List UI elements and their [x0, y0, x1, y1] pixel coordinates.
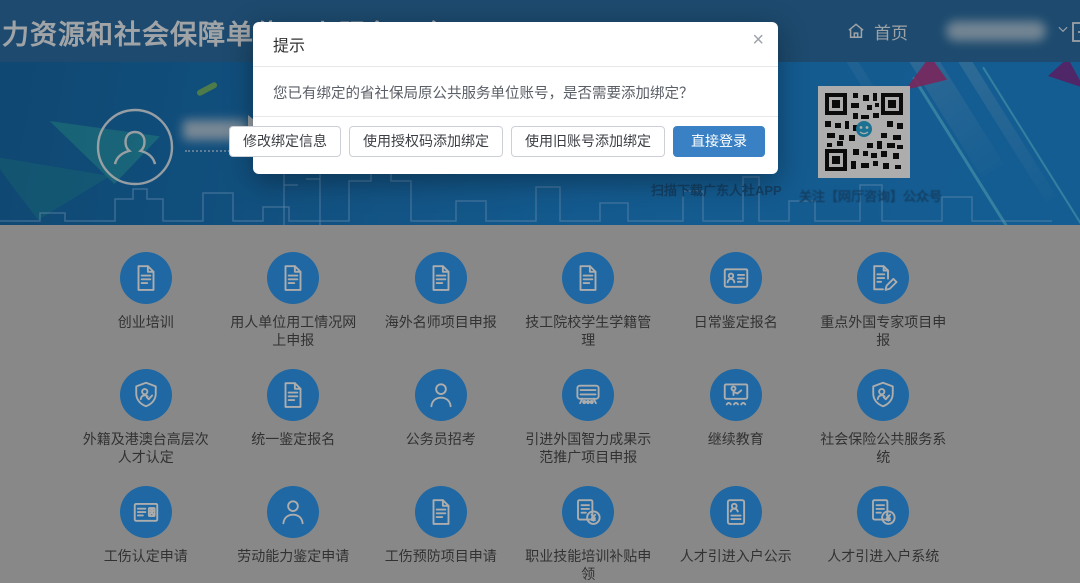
dialog-message: 您已有绑定的省社保局原公共服务单位账号，是否需要添加绑定？ [253, 67, 778, 116]
old-account-bind-button[interactable]: 使用旧账号添加绑定 [511, 126, 665, 157]
dialog-footer: 修改绑定信息 使用授权码添加绑定 使用旧账号添加绑定 直接登录 [253, 116, 778, 165]
modify-binding-button[interactable]: 修改绑定信息 [229, 126, 341, 157]
page: 力资源和社会保障单位网上服务平台 首页 [0, 0, 1080, 583]
direct-login-button[interactable]: 直接登录 [673, 126, 765, 157]
dialog-header: 提示 [253, 22, 778, 67]
dialog-title: 提示 [273, 32, 305, 56]
close-icon[interactable]: × [752, 30, 764, 50]
bind-prompt-dialog: 提示 × 您已有绑定的省社保局原公共服务单位账号，是否需要添加绑定？ 修改绑定信… [253, 22, 778, 174]
auth-code-bind-button[interactable]: 使用授权码添加绑定 [349, 126, 503, 157]
